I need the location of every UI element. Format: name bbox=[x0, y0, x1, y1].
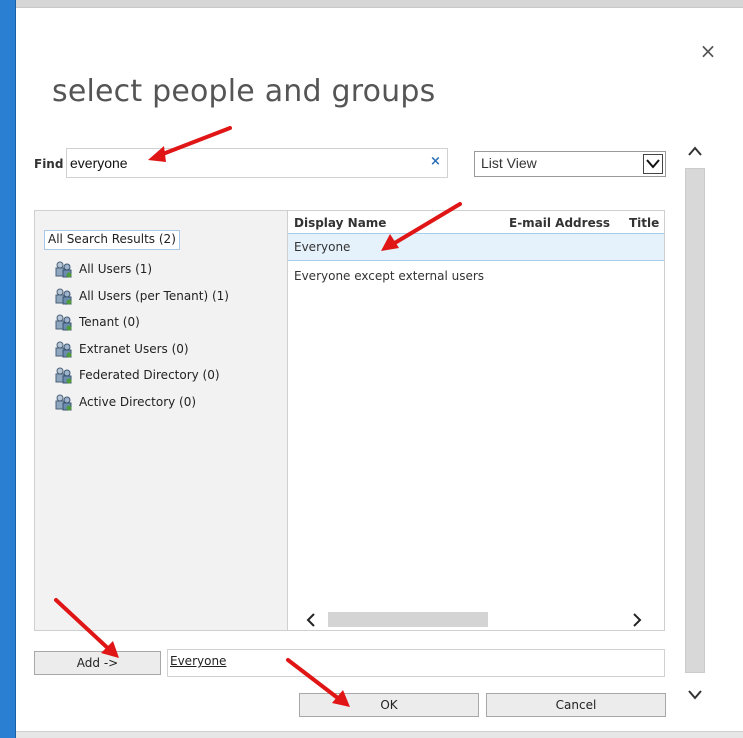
table-row[interactable]: Everyone bbox=[288, 233, 664, 261]
window-bottom-edge bbox=[16, 731, 743, 738]
people-picker-panel: All Search Results (2) All Users (1) All… bbox=[34, 210, 665, 631]
scrollbar-track[interactable] bbox=[685, 168, 705, 673]
group-icon bbox=[55, 394, 72, 411]
scroll-right-icon[interactable] bbox=[628, 611, 646, 629]
cancel-button[interactable]: Cancel bbox=[486, 693, 666, 717]
tree-item-label: Extranet Users (0) bbox=[79, 342, 189, 356]
tree-item-label: Tenant (0) bbox=[79, 315, 140, 329]
find-input[interactable] bbox=[70, 153, 410, 173]
view-dropdown-value: List View bbox=[481, 155, 537, 171]
tree-item-tenant[interactable]: Tenant (0) bbox=[55, 312, 140, 332]
table-row[interactable]: Everyone except external users bbox=[288, 263, 664, 291]
column-header-title[interactable]: Title bbox=[629, 216, 659, 230]
tree-item-extranet-users[interactable]: Extranet Users (0) bbox=[55, 339, 189, 359]
find-field[interactable]: × bbox=[66, 148, 448, 178]
group-icon bbox=[55, 314, 72, 331]
tree-item-label: All Users (per Tenant) (1) bbox=[79, 289, 229, 303]
all-search-results-node[interactable]: All Search Results (2) bbox=[44, 230, 180, 250]
group-icon bbox=[55, 288, 72, 305]
accent-sidebar-strip bbox=[0, 0, 16, 738]
column-header-email-address[interactable]: E-mail Address bbox=[509, 216, 610, 230]
tree-item-label: Federated Directory (0) bbox=[79, 368, 220, 382]
tree-item-label: All Users (1) bbox=[79, 262, 153, 276]
group-icon bbox=[55, 261, 72, 278]
scroll-left-icon[interactable] bbox=[302, 611, 320, 629]
tree-item-all-users[interactable]: All Users (1) bbox=[55, 259, 152, 279]
dialog-vertical-scrollbar[interactable] bbox=[683, 128, 707, 708]
dialog-title: select people and groups bbox=[52, 74, 436, 109]
chevron-down-icon[interactable] bbox=[643, 154, 663, 174]
tree-item-federated-directory[interactable]: Federated Directory (0) bbox=[55, 365, 220, 385]
tree-item-active-directory[interactable]: Active Directory (0) bbox=[55, 392, 196, 412]
row-display-name: Everyone bbox=[294, 240, 351, 254]
view-dropdown[interactable]: List View bbox=[474, 151, 666, 177]
search-results-tree: All Search Results (2) All Users (1) All… bbox=[35, 211, 288, 630]
window-top-edge bbox=[0, 0, 743, 8]
results-list: Display Name E-mail Address Title Everyo… bbox=[288, 211, 664, 630]
selected-entry[interactable]: Everyone bbox=[170, 654, 226, 668]
results-horizontal-scrollbar[interactable] bbox=[288, 610, 664, 630]
row-display-name: Everyone except external users bbox=[294, 269, 485, 283]
ok-button[interactable]: OK bbox=[299, 693, 479, 717]
add-button[interactable]: Add -> bbox=[34, 651, 161, 675]
scrollbar-thumb[interactable] bbox=[328, 612, 488, 627]
selected-people-field[interactable]: Everyone bbox=[167, 649, 665, 677]
close-icon[interactable]: × bbox=[697, 40, 719, 62]
group-icon bbox=[55, 367, 72, 384]
scroll-up-icon[interactable] bbox=[683, 140, 707, 162]
column-header-display-name[interactable]: Display Name bbox=[294, 216, 386, 230]
tree-item-label: Active Directory (0) bbox=[79, 395, 197, 409]
tree-item-all-users-per-tenant[interactable]: All Users (per Tenant) (1) bbox=[55, 286, 229, 306]
find-label: Find bbox=[34, 157, 64, 171]
clear-search-icon[interactable]: × bbox=[430, 154, 441, 169]
scroll-down-icon[interactable] bbox=[683, 684, 707, 706]
group-icon bbox=[55, 341, 72, 358]
